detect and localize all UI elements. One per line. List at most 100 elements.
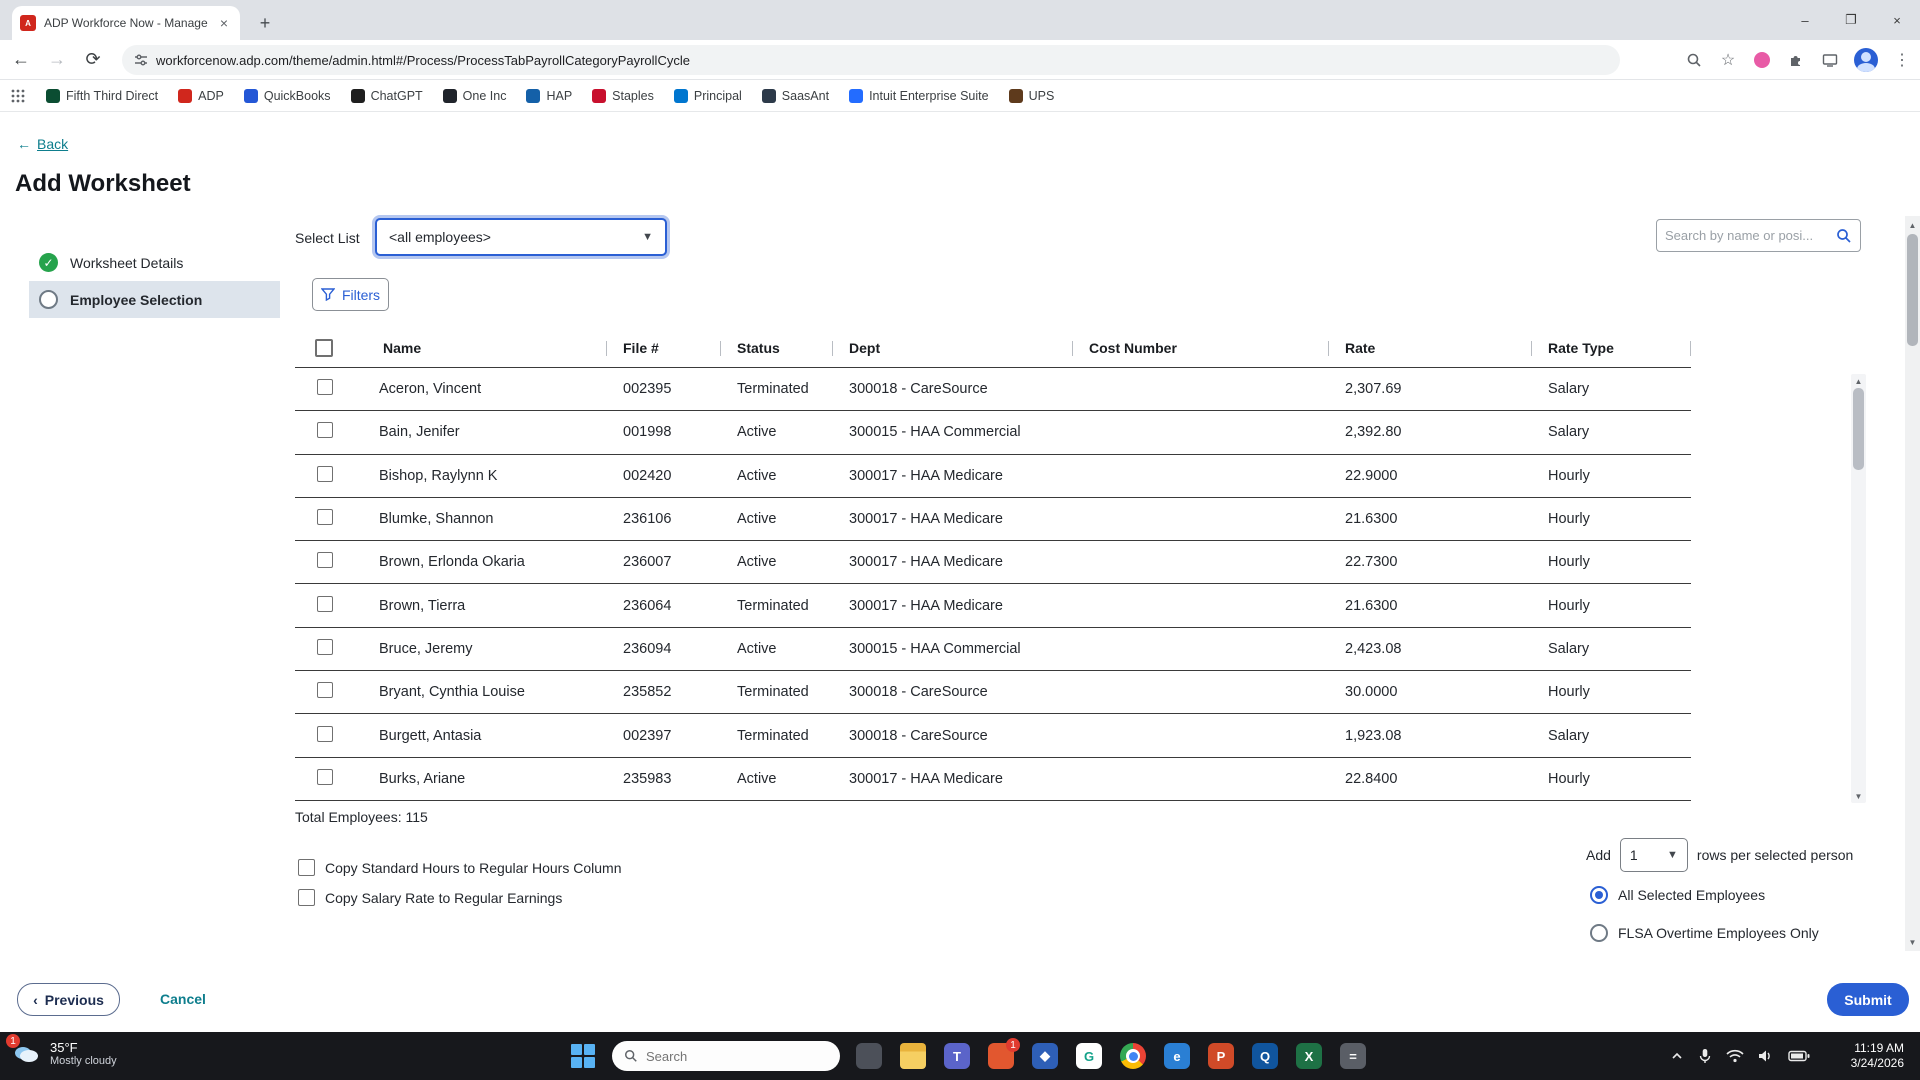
- zoom-search-icon[interactable]: [1684, 50, 1704, 70]
- calculator-icon[interactable]: =: [1340, 1043, 1366, 1069]
- step-employee-selection[interactable]: Employee Selection: [29, 281, 280, 318]
- table-row[interactable]: Bain, Jenifer 001998 Active 300015 - HAA…: [295, 411, 1691, 454]
- table-row[interactable]: Brown, Erlonda Okaria 236007 Active 3000…: [295, 541, 1691, 584]
- select-all-checkbox[interactable]: [315, 339, 333, 357]
- forward-nav-icon[interactable]: →: [42, 45, 72, 75]
- taskbar-clock[interactable]: 11:19 AM 3/24/2026: [1851, 1040, 1904, 1072]
- back-link[interactable]: ← Back: [17, 136, 68, 152]
- row-checkbox[interactable]: [317, 726, 333, 742]
- scroll-down-icon[interactable]: ▼: [1851, 789, 1866, 803]
- microphone-icon[interactable]: [1698, 1048, 1712, 1064]
- taskbar-search-box[interactable]: [612, 1041, 840, 1071]
- copy-salary-rate-checkbox[interactable]: [298, 889, 315, 906]
- edge-icon[interactable]: e: [1164, 1043, 1190, 1069]
- table-row[interactable]: Brown, Tierra 236064 Terminated 300017 -…: [295, 584, 1691, 627]
- site-settings-icon[interactable]: [134, 53, 148, 67]
- row-checkbox[interactable]: [317, 552, 333, 568]
- extensions-puzzle-icon[interactable]: [1786, 50, 1806, 70]
- quickbooks-icon[interactable]: Q: [1252, 1043, 1278, 1069]
- copy-standard-hours-option[interactable]: Copy Standard Hours to Regular Hours Col…: [298, 859, 621, 876]
- rows-count-dropdown[interactable]: 1 ▼: [1620, 838, 1688, 872]
- browser-menu-icon[interactable]: ⋮: [1892, 50, 1912, 70]
- flsa-overtime-option[interactable]: FLSA Overtime Employees Only: [1590, 924, 1819, 942]
- profile-avatar[interactable]: [1854, 48, 1878, 72]
- flsa-overtime-radio[interactable]: [1590, 924, 1608, 942]
- taskbar-search-input[interactable]: [646, 1049, 796, 1064]
- table-row[interactable]: Aceron, Vincent 002395 Terminated 300018…: [295, 368, 1691, 411]
- page-scrollbar[interactable]: ▲ ▼: [1905, 216, 1920, 951]
- weather-widget[interactable]: 1 35°F Mostly cloudy: [10, 1037, 117, 1069]
- copy-standard-hours-checkbox[interactable]: [298, 859, 315, 876]
- row-checkbox[interactable]: [317, 682, 333, 698]
- scroll-up-icon[interactable]: ▲: [1851, 374, 1866, 388]
- all-selected-employees-option[interactable]: All Selected Employees: [1590, 886, 1765, 904]
- windows-start-button[interactable]: [570, 1043, 596, 1069]
- employee-search-input[interactable]: [1665, 228, 1830, 243]
- window-minimize-button[interactable]: –: [1782, 0, 1828, 40]
- chrome-icon[interactable]: [1120, 1043, 1146, 1069]
- table-row[interactable]: Burks, Ariane 235983 Active 300017 - HAA…: [295, 758, 1691, 801]
- bookmark-star-icon[interactable]: ☆: [1718, 50, 1738, 70]
- scroll-down-icon[interactable]: ▼: [1905, 935, 1920, 949]
- bookmark-item[interactable]: Staples: [592, 89, 654, 103]
- row-checkbox[interactable]: [317, 466, 333, 482]
- previous-button[interactable]: ‹ Previous: [17, 983, 120, 1016]
- window-close-button[interactable]: ×: [1874, 0, 1920, 40]
- column-header-name[interactable]: Name: [367, 329, 607, 367]
- volume-icon[interactable]: [1758, 1049, 1774, 1063]
- teams-icon[interactable]: T: [944, 1043, 970, 1069]
- excel-icon[interactable]: X: [1296, 1043, 1322, 1069]
- desktop-window-icon[interactable]: [856, 1043, 882, 1069]
- column-header-dept[interactable]: Dept: [833, 329, 1073, 367]
- bookmark-item[interactable]: One Inc: [443, 89, 507, 103]
- bookmark-item[interactable]: HAP: [526, 89, 572, 103]
- filters-button[interactable]: Filters: [312, 278, 389, 311]
- alert-app-icon[interactable]: 1: [988, 1043, 1014, 1069]
- tab-close-icon[interactable]: ×: [216, 15, 232, 31]
- extension-pink-icon[interactable]: [1752, 50, 1772, 70]
- table-row[interactable]: Burgett, Antasia 002397 Terminated 30001…: [295, 714, 1691, 757]
- table-scrollbar[interactable]: ▲ ▼: [1851, 374, 1866, 803]
- send-to-device-icon[interactable]: [1820, 50, 1840, 70]
- bookmark-item[interactable]: Fifth Third Direct: [46, 89, 158, 103]
- table-scrollbar-thumb[interactable]: [1853, 388, 1864, 470]
- table-row[interactable]: Bryant, Cynthia Louise 235852 Terminated…: [295, 671, 1691, 714]
- url-bar[interactable]: workforcenow.adp.com/theme/admin.html#/P…: [122, 45, 1620, 75]
- wifi-icon[interactable]: [1726, 1049, 1744, 1063]
- column-header-rate-type[interactable]: Rate Type: [1532, 329, 1691, 367]
- bookmark-item[interactable]: ADP: [178, 89, 224, 103]
- grammarly-icon[interactable]: G: [1076, 1043, 1102, 1069]
- file-explorer-icon[interactable]: [900, 1043, 926, 1069]
- column-header-status[interactable]: Status: [721, 329, 833, 367]
- table-row[interactable]: Bruce, Jeremy 236094 Active 300015 - HAA…: [295, 628, 1691, 671]
- back-nav-icon[interactable]: ←: [6, 45, 36, 75]
- browser-tab[interactable]: A ADP Workforce Now - Manage ×: [12, 6, 240, 40]
- row-checkbox[interactable]: [317, 769, 333, 785]
- column-header-cost-number[interactable]: Cost Number: [1073, 329, 1329, 367]
- all-selected-employees-radio[interactable]: [1590, 886, 1608, 904]
- bookmark-item[interactable]: ChatGPT: [351, 89, 423, 103]
- powerpoint-icon[interactable]: P: [1208, 1043, 1234, 1069]
- apps-grid-icon[interactable]: [10, 88, 26, 104]
- hidden-icons-chevron-icon[interactable]: [1670, 1049, 1684, 1063]
- bookmark-item[interactable]: QuickBooks: [244, 89, 331, 103]
- cancel-link[interactable]: Cancel: [160, 991, 206, 1007]
- scroll-up-icon[interactable]: ▲: [1905, 218, 1920, 232]
- bookmark-item[interactable]: SaasAnt: [762, 89, 829, 103]
- search-icon[interactable]: [1836, 228, 1852, 244]
- row-checkbox[interactable]: [317, 422, 333, 438]
- step-worksheet-details[interactable]: ✓ Worksheet Details: [29, 244, 280, 281]
- window-maximize-button[interactable]: ❐: [1828, 0, 1874, 40]
- submit-button[interactable]: Submit: [1827, 983, 1909, 1016]
- row-checkbox[interactable]: [317, 639, 333, 655]
- row-checkbox[interactable]: [317, 379, 333, 395]
- bookmark-item[interactable]: UPS: [1009, 89, 1055, 103]
- column-header-rate[interactable]: Rate: [1329, 329, 1532, 367]
- copy-salary-rate-option[interactable]: Copy Salary Rate to Regular Earnings: [298, 889, 562, 906]
- column-header-file[interactable]: File #: [607, 329, 721, 367]
- select-list-dropdown[interactable]: <all employees> ▼: [375, 218, 667, 256]
- row-checkbox[interactable]: [317, 509, 333, 525]
- refresh-icon[interactable]: ⟳: [78, 45, 108, 75]
- battery-icon[interactable]: [1788, 1050, 1810, 1062]
- new-tab-button[interactable]: +: [252, 10, 278, 36]
